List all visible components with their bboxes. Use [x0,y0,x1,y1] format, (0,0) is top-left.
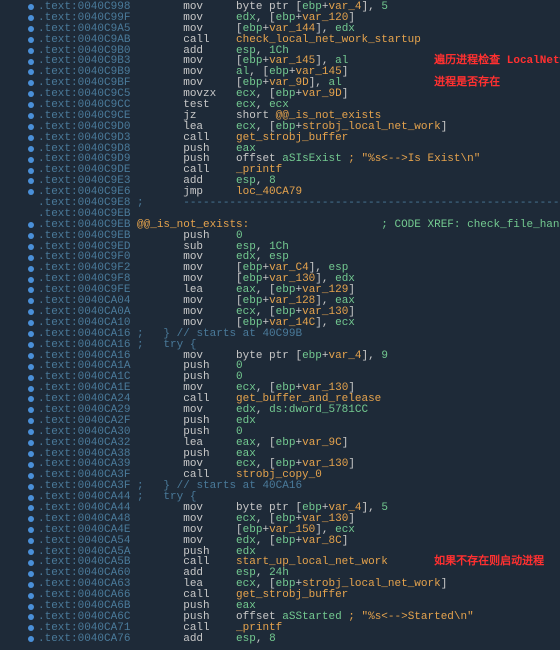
breakpoint-dot[interactable] [28,484,34,490]
breakpoint-dot[interactable] [28,375,34,381]
breakpoint-dot[interactable] [28,91,34,97]
annotation: 如果不存在则启动进程 [434,556,544,568]
xref: ; CODE XREF: check_file_handler+20E↑j [381,219,560,231]
breakpoint-dot[interactable] [28,614,34,620]
breakpoint-dot[interactable] [28,222,34,228]
disassembly-listing[interactable]: .text:0040C998 mov byte ptr [ebp+var_4],… [38,0,560,650]
breakpoint-dot[interactable] [28,26,34,32]
breakpoint-dot[interactable] [28,102,34,108]
breakpoint-dot[interactable] [28,80,34,86]
breakpoint-dot[interactable] [28,59,34,65]
breakpoint-dot[interactable] [28,4,34,10]
breakpoint-dot[interactable] [28,69,34,75]
breakpoint-dot[interactable] [28,320,34,326]
breakpoint-dot[interactable] [28,157,34,163]
breakpoint-dot[interactable] [28,451,34,457]
breakpoint-dot[interactable] [28,473,34,479]
breakpoint-dot[interactable] [28,178,34,184]
breakpoint-dot[interactable] [28,527,34,533]
breakpoint-dot[interactable] [28,560,34,566]
breakpoint-dot[interactable] [28,396,34,402]
breakpoint-dot[interactable] [28,571,34,577]
breakpoint-dot[interactable] [28,37,34,43]
breakpoint-dot[interactable] [28,440,34,446]
breakpoint-dot[interactable] [28,15,34,21]
breakpoint-dot[interactable] [28,495,34,501]
breakpoint-dot[interactable] [28,255,34,261]
breakpoint-dot[interactable] [28,124,34,130]
mnemonic: add [183,633,236,645]
breakpoint-dot[interactable] [28,364,34,370]
breakpoint-dot[interactable] [28,625,34,631]
breakpoint-dot[interactable] [28,277,34,283]
flow-arrows [0,0,24,650]
breakpoint-dot[interactable] [28,287,34,293]
breakpoint-dot[interactable] [28,462,34,468]
breakpoint-dot[interactable] [28,418,34,424]
breakpoint-dot[interactable] [28,636,34,642]
breakpoint-dot[interactable] [28,113,34,119]
breakpoint-dot[interactable] [28,48,34,54]
breakpoint-dot[interactable] [28,604,34,610]
breakpoint-dot[interactable] [28,516,34,522]
breakpoint-dot[interactable] [28,549,34,555]
breakpoint-dot[interactable] [28,309,34,315]
address: .text:0040CA76 [38,633,183,645]
breakpoint-dot[interactable] [28,582,34,588]
breakpoint-dot[interactable] [28,353,34,359]
operands: esp, 8 [236,633,276,645]
breakpoint-dot[interactable] [28,298,34,304]
breakpoint-dot[interactable] [28,505,34,511]
breakpoint-dot[interactable] [28,331,34,337]
breakpoint-dot[interactable] [28,146,34,152]
breakpoint-dot[interactable] [28,189,34,195]
breakpoint-dot[interactable] [28,407,34,413]
annotation: 进程是否存在 [434,77,500,89]
breakpoint-dot[interactable] [28,538,34,544]
breakpoint-dot[interactable] [28,266,34,272]
breakpoint-dot[interactable] [28,593,34,599]
breakpoint-dot[interactable] [28,168,34,174]
breakpoint-dot[interactable] [28,244,34,250]
asm-line[interactable]: .text:0040CA76 add esp, 8 [38,634,560,645]
breakpoint-dot[interactable] [28,135,34,141]
annotation: 遍历进程检查 LocalNetwork.exe [434,55,560,67]
breakpoint-dot[interactable] [28,342,34,348]
breakpoint-dot[interactable] [28,386,34,392]
breakpoint-dot[interactable] [28,429,34,435]
breakpoint-dot[interactable] [28,233,34,239]
operands: byte ptr [ebp+var_4], 9 [236,350,388,362]
